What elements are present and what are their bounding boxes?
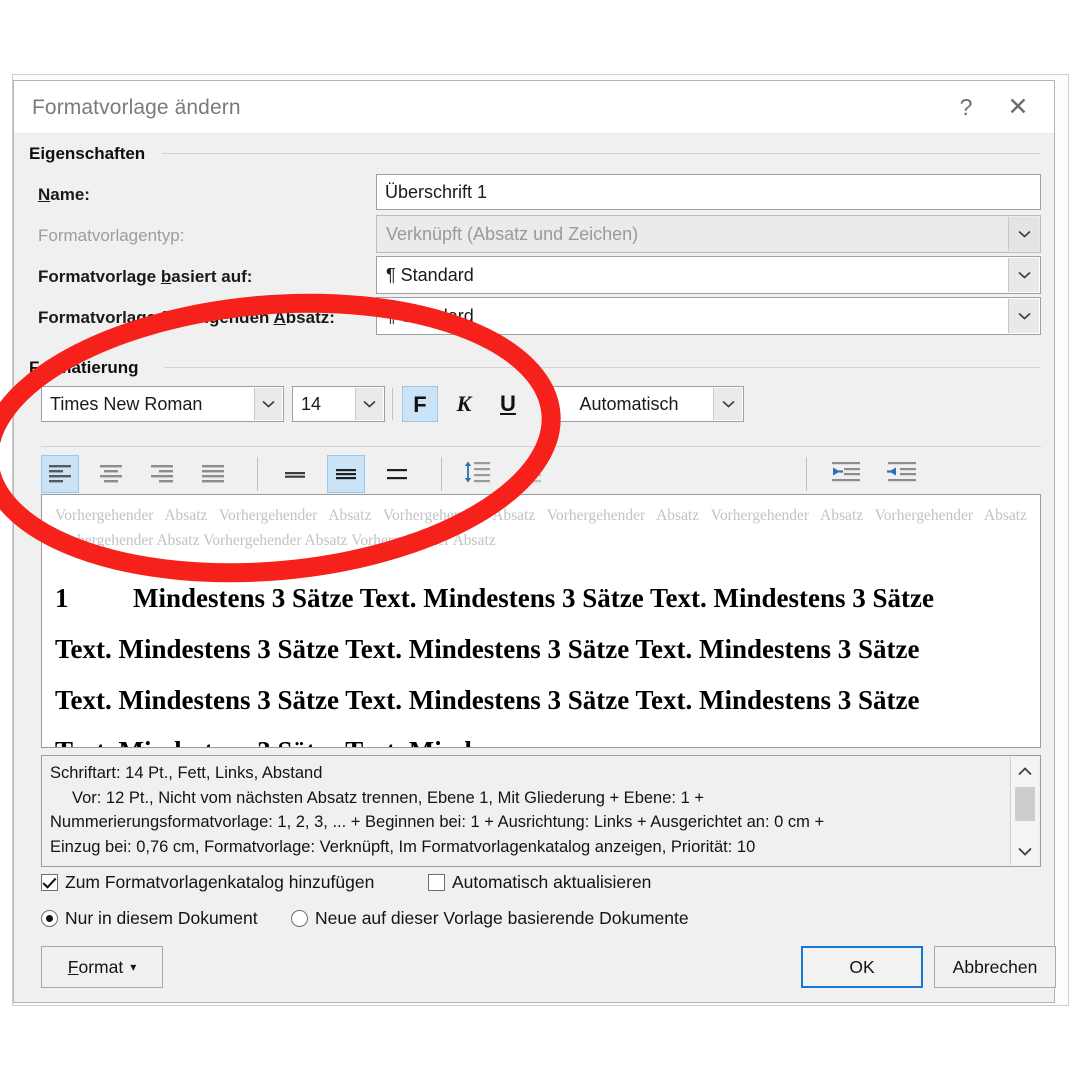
modify-style-dialog: Formatvorlage ändern ? ✕ Eigenschaften N… [13,80,1056,1003]
increase-indent-button[interactable] [883,453,921,491]
caret-down-icon: ▾ [130,960,137,974]
style-description-box: Schriftart: 14 Pt., Fett, Links, Abstand… [41,755,1041,867]
help-icon[interactable]: ? [944,91,988,123]
description-line-1: Schriftart: 14 Pt., Fett, Links, Abstand [50,764,323,782]
toolbar-separator [257,457,258,491]
font-color-combo[interactable]: Automatisch [546,386,744,422]
style-type-label: Formatvorlagentyp: [38,226,185,245]
align-right-icon [151,465,173,483]
font-size-value: 14 [301,394,322,414]
align-left-button[interactable] [41,455,79,493]
align-justify-icon [202,465,224,483]
new-documents-radio[interactable]: Neue auf dieser Vorlage basierende Dokum… [291,908,689,929]
auto-update-checkbox[interactable]: Automatisch aktualisieren [428,872,651,893]
chevron-down-icon[interactable] [1008,258,1039,292]
line-spacing-double-icon [387,469,407,480]
checkbox-icon[interactable] [41,874,58,891]
preview-list-number: 1 [55,583,69,613]
checkbox-icon[interactable] [428,874,445,891]
scroll-up-icon[interactable] [1011,759,1039,783]
italic-button[interactable]: K [446,386,482,422]
style-type-value: Verknüpft (Absatz und Zeichen) [386,224,639,244]
preview-line-2: Text. Mindestens 3 Sätze Text. Mindesten… [55,634,920,664]
properties-group-divider [162,153,1040,154]
properties-group-label: Eigenschaften [29,144,154,164]
style-description-text: Schriftart: 14 Pt., Fett, Links, Abstand… [50,761,1006,859]
toolbar-separator [441,457,442,491]
align-left-icon [49,465,71,483]
auto-update-label: Automatisch aktualisieren [452,872,652,892]
formatting-group-divider [164,367,1040,368]
chevron-down-icon[interactable] [355,388,383,420]
increase-paragraph-spacing-button[interactable] [509,453,547,491]
description-line-2: Vor: 12 Pt., Nicht vom nächsten Absatz t… [72,788,704,807]
font-family-value: Times New Roman [50,394,203,414]
ok-button[interactable]: OK [801,946,923,988]
dialog-title: Formatvorlage ändern [32,96,241,119]
chevron-down-icon[interactable] [1008,299,1039,333]
format-button-label: Format [67,956,124,977]
bold-button[interactable]: F [402,386,438,422]
increase-indent-icon [887,462,916,482]
align-right-button[interactable] [143,455,181,493]
align-center-button[interactable] [92,455,130,493]
toolbar-divider [41,446,1041,447]
screenshot-root: 2 4 1 5 3 6 2 4 Formatvorlage ändern ? ✕… [0,0,1080,1080]
based-on-value: ¶ Standard [386,265,474,285]
name-label: Name: [38,185,90,204]
decrease-indent-button[interactable] [827,453,865,491]
decrease-indent-icon [832,462,860,482]
close-icon[interactable]: ✕ [996,91,1040,123]
line-spacing-single-icon [285,472,305,478]
only-this-document-label: Nur in diesem Dokument [65,908,258,928]
preview-previous-paragraph: Vorhergehender Absatz Vorhergehender Abs… [55,507,1027,549]
radio-icon[interactable] [291,910,308,927]
next-style-value: ¶ Standard [386,306,474,326]
line-spacing-double-button[interactable] [378,455,416,493]
radio-icon[interactable] [41,910,58,927]
description-line-4: Einzug bei: 0,76 cm, Formatvorlage: Verk… [50,837,756,856]
preview-line-1: 1 Mindestens 3 Sätze Text. Mindestens 3 S… [55,573,1027,624]
underline-button[interactable]: U [490,386,526,422]
paragraph-spacing-decrease-icon [464,461,490,483]
style-preview-pane: Vorhergehender Absatz Vorhergehender Abs… [41,494,1041,748]
next-style-label: Formatvorlage für folgenden Absatz: [38,308,335,327]
line-spacing-single-button[interactable] [276,455,314,493]
only-this-document-radio[interactable]: Nur in diesem Dokument [41,908,258,929]
preview-line-4: Text. Mindestens 3 Sätze Text. Mind [55,726,1027,747]
preview-line-text: Mindestens 3 Sätze Text. Mindestens 3 Sä… [133,583,934,613]
based-on-label: Formatvorlage basiert auf: [38,267,253,286]
font-color-value: Automatisch [579,394,679,414]
font-family-combo[interactable]: Times New Roman [41,386,284,422]
based-on-combo[interactable]: ¶ Standard [376,256,1041,294]
description-line-3: Nummerierungsformatvorlage: 1, 2, 3, ...… [50,813,825,831]
toolbar-separator [392,388,393,420]
line-spacing-1-5-icon [336,469,356,480]
dialog-title-bar: Formatvorlage ändern ? ✕ [14,81,1054,134]
chevron-down-icon[interactable] [254,388,282,420]
preview-line-3: Text. Mindestens 3 Sätze Text. Mindesten… [55,685,920,715]
description-scrollbar[interactable] [1010,757,1039,865]
style-type-combo: Verknüpft (Absatz und Zeichen) [376,215,1041,253]
preview-sample-text: 1 Mindestens 3 Sätze Text. Mindestens 3 S… [55,573,1027,747]
add-to-gallery-checkbox[interactable]: Zum Formatvorlagenkatalog hinzufügen [41,872,374,893]
toolbar-separator [806,457,807,491]
line-spacing-1-5-button[interactable] [327,455,365,493]
cancel-button[interactable]: Abbrechen [934,946,1056,988]
add-to-gallery-label: Zum Formatvorlagenkatalog hinzufügen [65,872,375,892]
paragraph-spacing-increase-icon [525,462,541,483]
new-documents-label: Neue auf dieser Vorlage basierende Dokum… [315,908,689,928]
scroll-down-icon[interactable] [1011,839,1039,863]
font-size-combo[interactable]: 14 [292,386,385,422]
align-center-icon [100,465,122,483]
scrollbar-thumb[interactable] [1015,787,1035,821]
align-justify-button[interactable] [194,455,232,493]
format-button[interactable]: Format ▾ [41,946,163,988]
formatting-group-label: Formatierung [29,358,147,378]
name-input[interactable]: Überschrift 1 [376,174,1041,210]
next-style-combo[interactable]: ¶ Standard [376,297,1041,335]
decrease-paragraph-spacing-button[interactable] [458,453,496,491]
chevron-down-icon [1008,217,1039,251]
chevron-down-icon[interactable] [713,388,742,420]
